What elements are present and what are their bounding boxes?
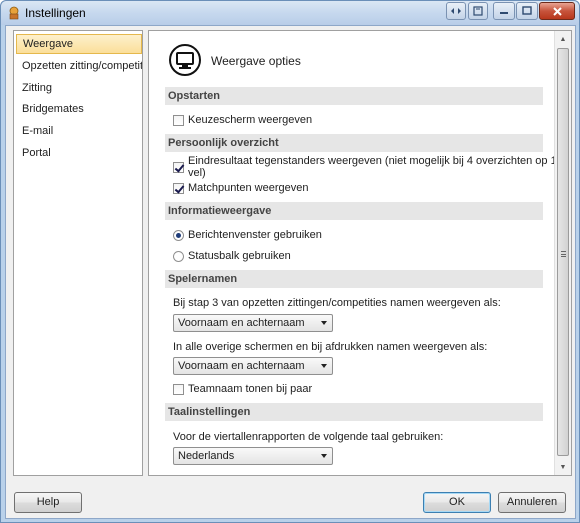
nav-item-portal[interactable]: Portal bbox=[16, 143, 142, 163]
scroll-thumb[interactable] bbox=[557, 48, 569, 456]
help-button[interactable]: Help bbox=[14, 492, 82, 513]
keuzescherm-checkbox[interactable]: Keuzescherm weergeven bbox=[173, 112, 312, 128]
checkbox-box[interactable] bbox=[173, 182, 184, 194]
statusbalk-radio[interactable]: Statusbalk gebruiken bbox=[173, 248, 291, 264]
chevron-down-icon bbox=[321, 454, 327, 458]
berichtenvenster-label: Berichtenvenster gebruiken bbox=[188, 229, 322, 241]
minimize-button[interactable] bbox=[493, 2, 515, 20]
taal-select-value: Nederlands bbox=[178, 450, 235, 462]
title-bar[interactable]: Instellingen bbox=[1, 1, 579, 25]
matchpunten-label: Matchpunten weergeven bbox=[188, 182, 309, 194]
radio-dot[interactable] bbox=[173, 250, 184, 262]
overig-select-value: Voornaam en achternaam bbox=[178, 360, 305, 372]
scroll-up-icon[interactable]: ▲ bbox=[555, 31, 571, 47]
eindresultaat-checkbox[interactable]: Eindresultaat tegenstanders weergeven (n… bbox=[173, 155, 571, 179]
nav-item-opzetten[interactable]: Opzetten zitting/competitie bbox=[16, 56, 142, 76]
section-persoonlijk: Persoonlijk overzicht bbox=[165, 134, 543, 152]
keuzescherm-label: Keuzescherm weergeven bbox=[188, 114, 313, 126]
section-informatie: Informatieweergave bbox=[165, 202, 543, 220]
checkbox-box[interactable] bbox=[173, 161, 184, 173]
settings-content: Weergave opties Opstarten Keuzescherm we… bbox=[148, 30, 572, 476]
stap3-label: Bij stap 3 van opzetten zittingen/compet… bbox=[173, 297, 501, 309]
teamnaam-checkbox[interactable]: Teamnaam tonen bij paar bbox=[173, 381, 312, 397]
settings-window: Instellingen Weergave Opzetten zitting/c… bbox=[0, 0, 580, 523]
overig-label: In alle overige schermen en bij afdrukke… bbox=[173, 341, 488, 353]
taal-select[interactable]: Nederlands bbox=[173, 447, 333, 465]
maximize-button[interactable] bbox=[516, 2, 538, 20]
matchpunten-checkbox[interactable]: Matchpunten weergeven bbox=[173, 180, 308, 196]
stap3-select-value: Voornaam en achternaam bbox=[178, 317, 305, 329]
checkbox-box[interactable] bbox=[173, 114, 184, 126]
scroll-down-icon[interactable]: ▼ bbox=[555, 459, 571, 475]
section-spelernamen: Spelernamen bbox=[165, 270, 543, 288]
nav-item-email[interactable]: E-mail bbox=[16, 121, 142, 141]
extra-icon[interactable] bbox=[446, 2, 466, 20]
statusbalk-label: Statusbalk gebruiken bbox=[188, 250, 291, 262]
nav-item-bridgemates[interactable]: Bridgemates bbox=[16, 99, 142, 119]
nav-item-weergave[interactable]: Weergave bbox=[16, 34, 142, 54]
window-title: Instellingen bbox=[25, 6, 86, 20]
eindresultaat-label: Eindresultaat tegenstanders weergeven (n… bbox=[188, 155, 557, 179]
section-opstarten: Opstarten bbox=[165, 87, 543, 105]
teamnaam-label: Teamnaam tonen bij paar bbox=[188, 383, 313, 395]
section-taal: Taalinstellingen bbox=[165, 403, 543, 421]
checkbox-box[interactable] bbox=[173, 383, 184, 395]
radio-dot[interactable] bbox=[173, 229, 184, 241]
chevron-down-icon bbox=[321, 364, 327, 368]
vertical-scrollbar[interactable]: ▲ ▼ bbox=[554, 31, 571, 475]
cancel-button[interactable]: Annuleren bbox=[498, 492, 566, 513]
stap3-name-select[interactable]: Voornaam en achternaam bbox=[173, 314, 333, 332]
settings-nav: Weergave Opzetten zitting/competitie Zit… bbox=[13, 30, 143, 476]
chevron-down-icon bbox=[321, 321, 327, 325]
app-icon bbox=[9, 6, 19, 20]
ok-button[interactable]: OK bbox=[423, 492, 491, 513]
berichtenvenster-radio[interactable]: Berichtenvenster gebruiken bbox=[173, 227, 322, 243]
close-button[interactable] bbox=[539, 2, 575, 20]
page-title: Weergave opties bbox=[211, 54, 301, 68]
overig-name-select[interactable]: Voornaam en achternaam bbox=[173, 357, 333, 375]
taal-label: Voor de viertallenrapporten de volgende … bbox=[173, 431, 444, 443]
grip-icon bbox=[561, 251, 566, 257]
pin-icon[interactable] bbox=[468, 2, 488, 20]
nav-item-zitting[interactable]: Zitting bbox=[16, 78, 142, 98]
dialog-client: Weergave Opzetten zitting/competitie Zit… bbox=[5, 25, 576, 519]
monitor-icon bbox=[169, 44, 201, 76]
